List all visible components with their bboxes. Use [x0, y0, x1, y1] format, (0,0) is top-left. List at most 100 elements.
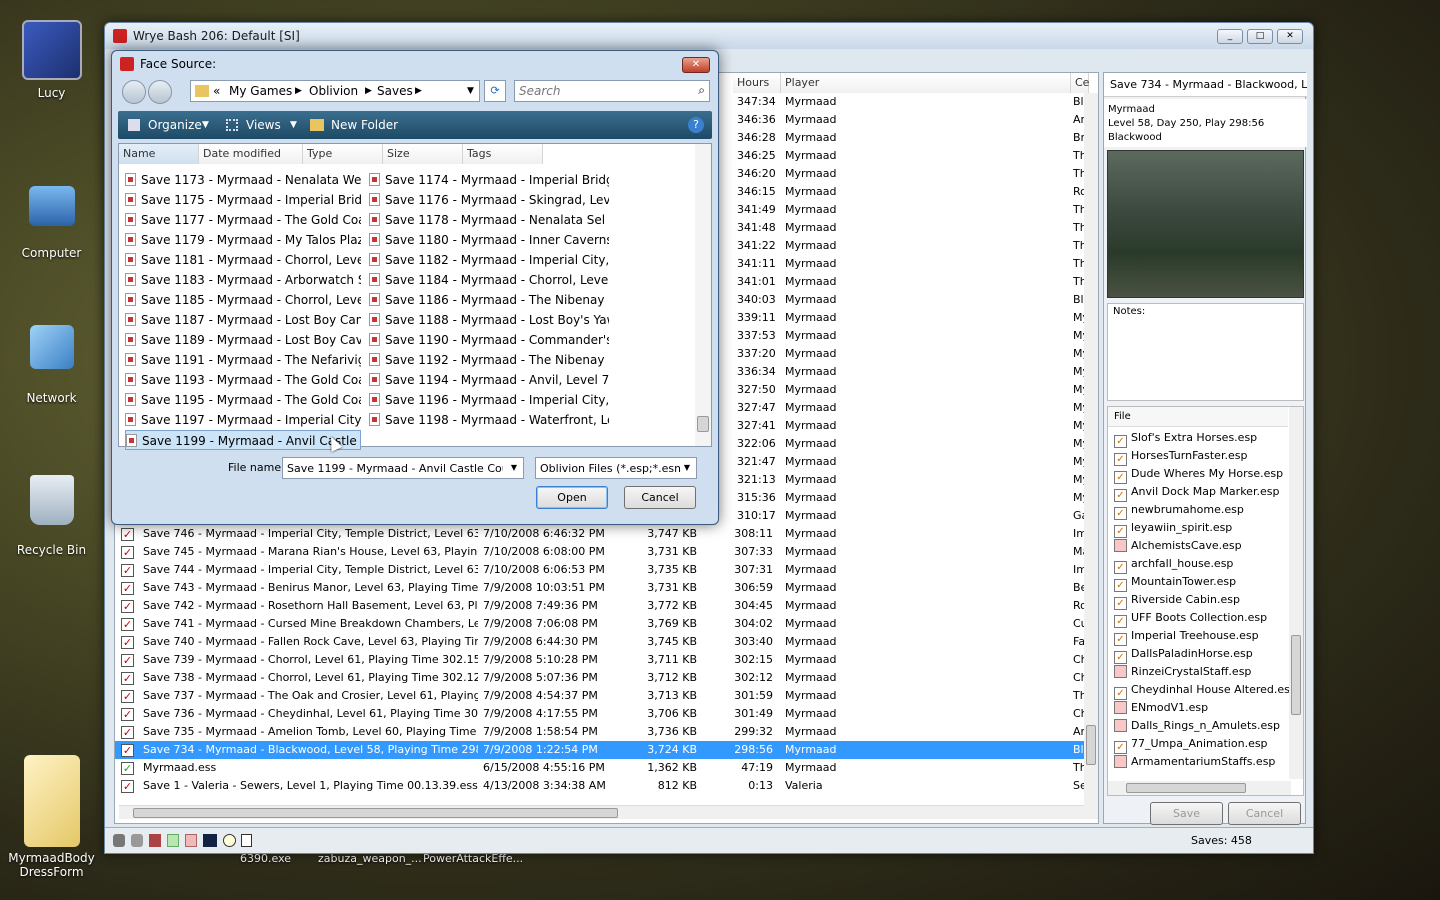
breadcrumb-oblivion[interactable]: Oblivion [309, 81, 358, 101]
help-icon[interactable] [223, 834, 236, 847]
vertical-scrollbar[interactable] [1289, 407, 1303, 779]
save-row[interactable]: ✓ Save 744 - Myrmaad - Imperial City, Tem… [115, 561, 1098, 579]
save-row[interactable]: ✓ Save 734 - Myrmaad - Blackwood, Level 5… [115, 741, 1098, 759]
mod-item[interactable]: ✓ leyawiin_spirit.esp [1114, 519, 1232, 538]
breadcrumb-saves[interactable]: Saves [377, 81, 413, 101]
search-box[interactable]: Search ⌕ [514, 80, 710, 102]
save-row[interactable]: ✓ Save 746 - Myrmaad - Imperial City, Tem… [115, 525, 1098, 543]
mod-item[interactable]: Dalls_Rings_n_Amulets.esp [1114, 717, 1280, 735]
save-row[interactable]: ✓ Save 743 - Myrmaad - Benirus Manor, Lev… [115, 579, 1098, 597]
notes-area[interactable]: Notes: [1107, 303, 1304, 401]
file-item[interactable]: Save 1175 - Myrmaad - Imperial Bridge I.… [125, 190, 361, 210]
mod-item[interactable]: ✓ Dude Wheres My Horse.esp [1114, 465, 1283, 484]
column-header-type[interactable]: Type [303, 144, 383, 164]
file-item[interactable]: Save 1184 - Myrmaad - Chorrol, Level 7..… [369, 270, 609, 290]
checkbox-icon[interactable] [1114, 539, 1127, 552]
open-button[interactable]: Open [536, 486, 608, 509]
mod-list[interactable]: File ✓ Slof's Extra Horses.esp ✓ HorsesTurn… [1107, 406, 1304, 796]
checkbox-icon[interactable]: ✓ [121, 636, 134, 649]
file-item[interactable]: Save 1186 - Myrmaad - The Nibenay Ba... [369, 290, 609, 310]
cancel-button[interactable]: Cancel [624, 486, 696, 509]
chevron-down-icon[interactable]: ▼ [684, 463, 690, 472]
column-header-tags[interactable]: Tags [463, 144, 543, 164]
address-bar[interactable]: « My Games ▶ Oblivion ▶ Saves ▶ ▼ [190, 80, 480, 102]
help-icon[interactable]: ? [688, 117, 704, 133]
checkbox-icon[interactable]: ✓ [121, 564, 134, 577]
mod-list-header[interactable]: File [1108, 407, 1288, 427]
minimize-button[interactable]: _ [1217, 29, 1243, 44]
save-row[interactable]: ✓ Save 1 - Valeria - Sewers, Level 1, Pla… [115, 777, 1098, 795]
save-row[interactable]: ✓ Save 739 - Myrmaad - Chorrol, Level 61,… [115, 651, 1098, 669]
checkbox-icon[interactable]: ✓ [121, 528, 134, 541]
breadcrumb-my-games[interactable]: My Games [229, 81, 292, 101]
save-row[interactable]: ✓ Save 738 - Myrmaad - Chorrol, Level 61,… [115, 669, 1098, 687]
launcher-green-icon[interactable] [167, 834, 179, 847]
file-item[interactable]: Save 1183 - Myrmaad - Arborwatch Suit... [125, 270, 361, 290]
mod-item[interactable]: AlchemistsCave.esp [1114, 537, 1242, 555]
file-item[interactable]: Save 1182 - Myrmaad - Imperial City, T..… [369, 250, 609, 270]
launcher-console-icon[interactable] [203, 834, 217, 847]
checkbox-icon[interactable]: ✓ [121, 600, 134, 613]
mod-item[interactable]: ✓ HorsesTurnFaster.esp [1114, 447, 1247, 466]
checkbox-icon[interactable]: ✓ [121, 546, 134, 559]
checkbox-icon[interactable]: ✓ [121, 780, 134, 793]
checkbox-icon[interactable]: ✓ [121, 582, 134, 595]
file-item[interactable]: Save 1179 - Myrmaad - My Talos Plaza ... [125, 230, 361, 250]
dialog-close-button[interactable]: ✕ [682, 57, 710, 73]
file-item[interactable]: Save 1198 - Myrmaad - Waterfront, Lev... [369, 410, 609, 430]
breadcrumb-overflow[interactable]: « [213, 81, 220, 101]
launcher-obse-icon[interactable] [131, 834, 143, 847]
scrollbar-thumb[interactable] [133, 808, 618, 818]
file-item[interactable]: Save 1188 - Myrmaad - Lost Boy's Yawn... [369, 310, 609, 330]
scrollbar-thumb[interactable] [1086, 725, 1096, 765]
file-name-field[interactable]: Save 1199 - Myrmaad - Anvil Castle Court… [282, 457, 524, 479]
file-item[interactable]: Save 1197 - Myrmaad - Imperial City, M..… [125, 410, 361, 430]
save-row[interactable]: ✓ Save 742 - Myrmaad - Rosethorn Hall Bas… [115, 597, 1098, 615]
save-row[interactable]: ✓ Save 741 - Myrmaad - Cursed Mine Breakd… [115, 615, 1098, 633]
save-row[interactable]: ✓ Save 740 - Myrmaad - Fallen Rock Cave, … [115, 633, 1098, 651]
file-name-input[interactable]: Save 1199 - Myrmaad - Anvil Castle Court… [287, 462, 503, 475]
launcher-pink-icon[interactable] [185, 834, 197, 847]
forward-button[interactable] [148, 80, 172, 104]
checkbox-icon[interactable]: ✓ [121, 744, 134, 757]
desktop-icon-computer[interactable]: Computer [4, 180, 99, 260]
checkbox-icon[interactable]: ✓ [121, 708, 134, 721]
file-item[interactable]: Save 1187 - Myrmaad - Lost Boy Canyo... [125, 310, 361, 330]
breadcrumb-separator[interactable]: ▶ [295, 81, 302, 101]
file-item[interactable]: Save 1181 - Myrmaad - Chorrol, Level 7..… [125, 250, 361, 270]
refresh-button[interactable]: ⟳ [484, 80, 506, 102]
launcher-tes4edit-icon[interactable] [149, 834, 161, 847]
desktop-icon-lucy[interactable]: Lucy [4, 20, 99, 100]
scrollbar-thumb[interactable] [1126, 783, 1246, 793]
checkbox-icon[interactable] [1114, 755, 1127, 768]
file-item[interactable]: Save 1189 - Myrmaad - Lost Boy Cavern... [125, 330, 361, 350]
save-row[interactable]: ✓ Save 736 - Myrmaad - Cheydinhal, Level … [115, 705, 1098, 723]
column-header-hours[interactable]: Hours [733, 73, 781, 93]
launcher-oblivion-icon[interactable] [113, 834, 125, 847]
file-item[interactable]: Save 1173 - Myrmaad - Nenalata Wend... [125, 170, 361, 190]
file-item[interactable]: Save 1174 - Myrmaad - Imperial Bridge I.… [369, 170, 609, 190]
mod-item[interactable]: ✓ 77_Umpa_Animation.esp [1114, 735, 1268, 754]
file-item[interactable]: Save 1192 - Myrmaad - The Nibenay Ba... [369, 350, 609, 370]
column-header-cell[interactable]: Ce [1071, 73, 1089, 93]
detail-cancel-button[interactable]: Cancel [1228, 802, 1301, 825]
column-header-size[interactable]: Size [383, 144, 463, 164]
chevron-down-icon[interactable]: ▼ [511, 463, 517, 472]
mod-item[interactable]: ✓ Slof's Extra Horses.esp [1114, 429, 1257, 448]
maximize-button[interactable]: □ [1247, 29, 1273, 44]
desktop-icon-network[interactable]: Network [4, 325, 99, 405]
mod-item[interactable]: ✓ newbrumahome.esp [1114, 501, 1244, 520]
new-folder-button[interactable]: New Folder [331, 114, 398, 136]
mod-item[interactable]: ✓ Cheydinhal House Altered.esp [1114, 681, 1297, 700]
file-item[interactable]: Save 1177 - Myrmaad - The Gold Coast,... [125, 210, 361, 230]
column-header-player[interactable]: Player [781, 73, 1071, 93]
mod-item[interactable]: ENmodV1.esp [1114, 699, 1208, 717]
checkbox-icon[interactable]: ✓ [121, 672, 134, 685]
detail-save-button[interactable]: Save [1150, 802, 1223, 825]
search-input[interactable]: Search [519, 84, 561, 98]
column-header-name[interactable]: Name [119, 144, 199, 164]
file-list[interactable]: Name Date modified Type Size Tags Save 1… [118, 143, 712, 450]
breadcrumb-separator[interactable]: ▶ [415, 81, 422, 101]
file-item[interactable]: Save 1196 - Myrmaad - Imperial City, M..… [369, 390, 609, 410]
mod-item[interactable]: ✓ DallsPaladinHorse.esp [1114, 645, 1253, 664]
